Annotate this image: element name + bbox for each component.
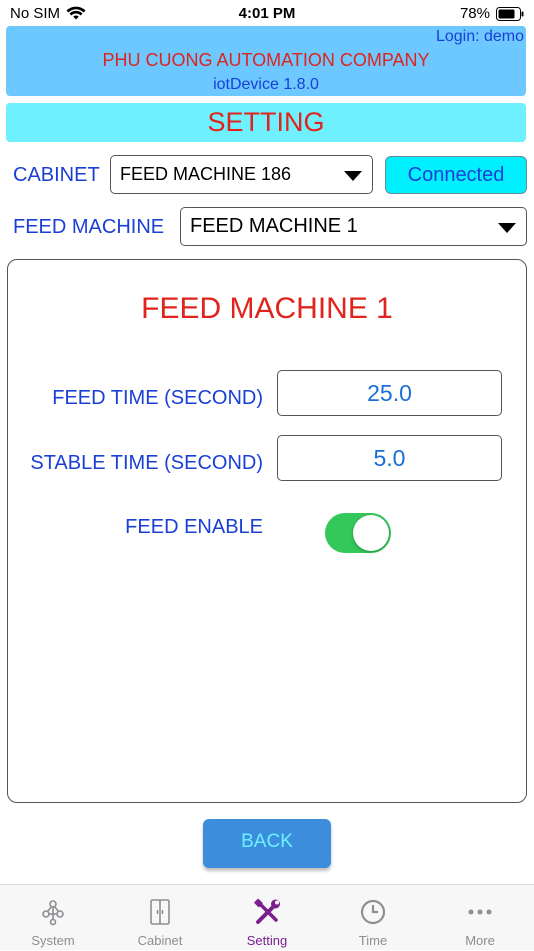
chevron-down-icon [498, 222, 516, 233]
battery-icon [496, 6, 524, 21]
tab-time[interactable]: Time [320, 885, 426, 951]
stable-time-input[interactable]: 5.0 [277, 435, 502, 481]
clock-icon [360, 899, 386, 925]
cabinet-select-value: FEED MACHINE 186 [120, 164, 292, 184]
tab-label: More [465, 933, 495, 948]
tab-more[interactable]: More [427, 885, 533, 951]
tab-label: System [31, 933, 75, 948]
tools-icon [254, 898, 280, 924]
back-button[interactable]: BACK [203, 819, 331, 868]
tab-cabinet[interactable]: Cabinet [107, 885, 213, 951]
more-dots-icon [468, 909, 492, 915]
panel-title: FEED MACHINE 1 [141, 292, 393, 325]
page-title: SETTING [6, 103, 526, 142]
cabinet-select[interactable]: FEED MACHINE 186 [110, 155, 373, 194]
tab-label: Cabinet [137, 933, 183, 948]
clock-time: 4:01 PM [238, 5, 296, 22]
chevron-down-icon [344, 170, 362, 181]
battery-group: 78% [460, 5, 524, 22]
app-version: iotDevice 1.8.0 [213, 76, 319, 93]
feed-time-input[interactable]: 25.0 [277, 370, 502, 416]
cabinet-icon [150, 899, 170, 925]
login-label[interactable]: Login: demo [436, 28, 524, 46]
tab-system[interactable]: System [0, 885, 106, 951]
connection-status-button[interactable]: Connected [385, 156, 527, 194]
app-header: Login: demo PHU CUONG AUTOMATION COMPANY… [6, 26, 526, 96]
tab-label: Setting [246, 933, 288, 948]
status-bar: No SIM 4:01 PM 78% [0, 0, 534, 28]
tab-bar: System Cabinet Setting Time More [0, 884, 534, 950]
feed-enable-toggle[interactable] [325, 513, 391, 553]
cabinet-label: CABINET [13, 164, 100, 186]
feed-time-label: FEED TIME (SECOND) [52, 387, 263, 409]
toggle-knob [353, 515, 389, 551]
tab-label: Time [358, 933, 388, 948]
battery-percent: 78% [459, 5, 490, 22]
feed-enable-label: FEED ENABLE [125, 516, 263, 538]
stable-time-label: STABLE TIME (SECOND) [30, 452, 263, 474]
network-icon [42, 900, 64, 926]
feed-machine-select-value: FEED MACHINE 1 [190, 215, 358, 237]
feed-machine-select[interactable]: FEED MACHINE 1 [180, 207, 527, 246]
company-name: PHU CUONG AUTOMATION COMPANY [102, 50, 430, 70]
feed-machine-label: FEED MACHINE [13, 216, 165, 238]
tab-setting[interactable]: Setting [214, 885, 320, 951]
